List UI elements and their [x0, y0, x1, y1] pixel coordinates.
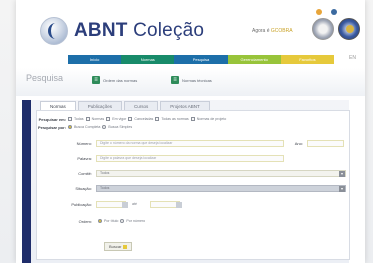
status-select[interactable]: Todos: [96, 185, 346, 192]
search-in-options: Todas Normas Em vigor Canceladas Todas a…: [68, 117, 226, 121]
quick-link-standards[interactable]: ≡ Normas técnicas: [171, 76, 212, 84]
keyword-label: Palavra:: [77, 156, 92, 161]
chevron-down-icon[interactable]: ▾: [339, 185, 345, 192]
committee-select[interactable]: Todos: [96, 170, 346, 177]
checkbox[interactable]: [155, 117, 160, 121]
calendar-icon[interactable]: [176, 201, 182, 208]
search-in-label: Pesquisar em:: [38, 117, 66, 122]
document-icon: ≡: [171, 76, 179, 84]
greeting: Agora é GCOBRA: [252, 28, 293, 34]
tab-normas[interactable]: Normas: [40, 101, 76, 110]
checkbox[interactable]: [85, 117, 90, 121]
number-input[interactable]: Digite o número da norma que deseja loca…: [96, 140, 284, 147]
option-label: Em vigor: [112, 117, 127, 121]
chevron-down-icon[interactable]: ▾: [339, 170, 345, 177]
logo-globe-icon: [40, 17, 68, 45]
quick-link-label: Normas técnicas: [182, 77, 212, 83]
language-link[interactable]: EN: [349, 55, 356, 61]
abnt-seal-icon: [338, 18, 360, 40]
option-label: Busca Completa: [74, 125, 101, 129]
nav-item-2[interactable]: Pesquisa: [174, 55, 228, 64]
calendar-icon[interactable]: [122, 201, 128, 208]
nav-item-3[interactable]: Gerenciamento: [227, 55, 281, 64]
blue-dot-icon: [331, 9, 338, 15]
option-label: Canceladas: [134, 117, 154, 121]
option-label: Todas as normas: [161, 117, 189, 121]
nav-item-1[interactable]: Normas: [121, 55, 175, 64]
year-label: Ano:: [294, 141, 303, 146]
quick-link-label: Ordem das normas: [103, 77, 138, 83]
greeting-text: Agora é: [252, 28, 270, 34]
nav-item-4[interactable]: Favoritos: [280, 55, 335, 64]
tab-bar: Normas Publicações Cursos Projetos ABNT: [40, 101, 210, 110]
order-label: Ordem:: [78, 219, 92, 224]
checkbox[interactable]: [106, 117, 111, 121]
seal-icon: [312, 18, 334, 40]
nav-item-0[interactable]: Início: [68, 55, 122, 64]
tab-projetos[interactable]: Projetos ABNT: [160, 101, 210, 110]
radio-button[interactable]: [98, 219, 102, 223]
browser-frame: ABNT Coleção Agora é GCOBRA Início Normas…: [0, 0, 373, 263]
greeting-user[interactable]: GCOBRA: [271, 28, 293, 34]
tab-cursos[interactable]: Cursos: [124, 101, 159, 110]
arrow-right-icon: [123, 244, 128, 249]
search-by-options: Busca Completa Busca Simples: [68, 125, 132, 129]
search-by-label: Pesquisar por:: [37, 125, 66, 130]
checkbox[interactable]: [128, 117, 133, 121]
brand-part2: Coleção: [133, 20, 205, 41]
radio-button[interactable]: [68, 125, 72, 129]
option-label: Normas de projeto: [196, 117, 227, 121]
brand-part1: ABNT: [74, 20, 128, 41]
option-label: Normas: [91, 117, 105, 121]
document-icon: ≡: [92, 76, 100, 84]
header: ABNT Coleção Agora é GCOBRA: [16, 0, 365, 52]
tab-publicacoes[interactable]: Publicações: [77, 101, 123, 110]
quick-link-order[interactable]: ≡ Ordem das normas: [92, 76, 137, 84]
option-label: Todas: [74, 117, 84, 121]
brand-title: ABNT Coleção: [74, 20, 204, 42]
radio-button[interactable]: [102, 125, 107, 129]
orange-dot-icon: [316, 9, 322, 15]
committee-label: Comitê:: [78, 171, 92, 176]
radio-button[interactable]: [120, 219, 125, 223]
year-input[interactable]: [307, 140, 344, 147]
page-title: Pesquisa: [26, 73, 64, 83]
option-label: Por número: [126, 219, 146, 223]
order-options: Por título Por número: [98, 219, 145, 223]
checkbox[interactable]: [190, 117, 195, 121]
date-separator: até: [132, 202, 137, 206]
search-button[interactable]: Buscar: [104, 242, 133, 251]
search-button-label: Buscar: [109, 244, 122, 249]
main-nav: Início Normas Pesquisa Gerenciamento Favorit…: [68, 55, 335, 64]
date-label: Publicação:: [71, 202, 92, 207]
window-dots: [316, 2, 356, 33]
option-label: Busca Simples: [108, 125, 133, 129]
panel-side-strip: [22, 100, 31, 263]
checkbox[interactable]: [68, 117, 72, 121]
status-label: Situação:: [75, 186, 92, 191]
number-label: Número:: [76, 141, 92, 146]
keyword-input[interactable]: Digite a palavra que deseja localizar: [96, 155, 284, 162]
option-label: Por título: [104, 219, 119, 223]
